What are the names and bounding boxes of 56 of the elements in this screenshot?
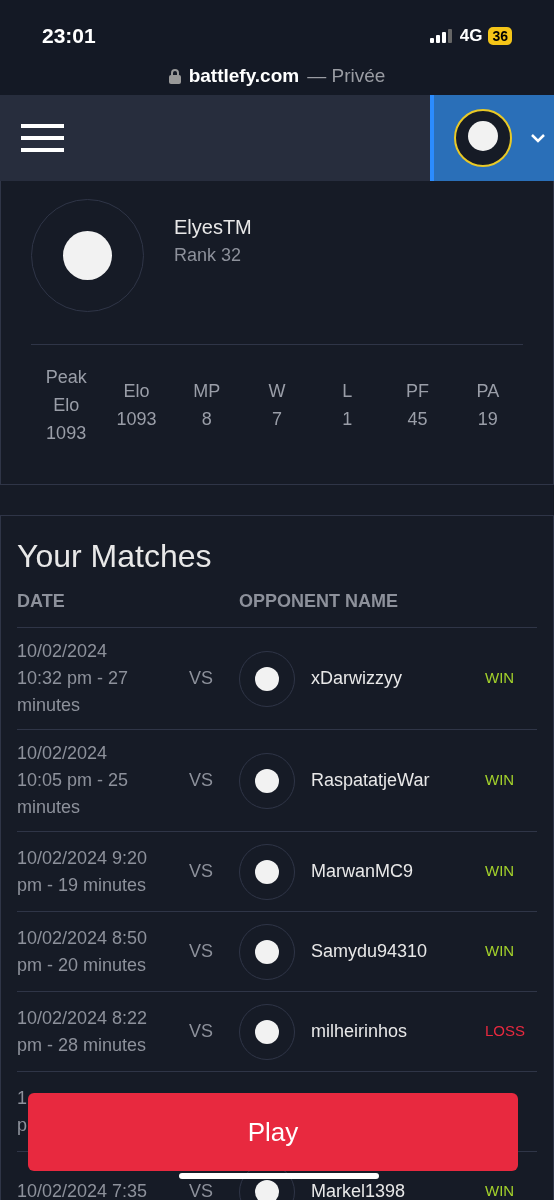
stat-value: 1093 — [116, 408, 157, 431]
menu-icon[interactable] — [21, 124, 64, 152]
versus-label: VS — [189, 1180, 214, 1200]
stat-value: 1 — [342, 408, 353, 431]
match-result: LOSS — [485, 1021, 527, 1042]
stat-label: PF — [406, 380, 430, 403]
match-result: WIN — [485, 941, 516, 962]
lock-icon — [168, 67, 181, 84]
versus-label: VS — [189, 1020, 214, 1043]
match-result: WIN — [485, 861, 516, 882]
match-date: 10/02/2024 10:32 pm - 27 minutes — [17, 640, 130, 717]
private-label: — Privée — [307, 63, 386, 88]
opponent-name[interactable]: xDarwizzyy — [311, 665, 485, 692]
opponent-name[interactable]: Markel1398 — [311, 1178, 485, 1200]
player-rank: Rank 32 — [174, 244, 243, 267]
match-date: 10/02/2024 10:05 pm - 25 minutes — [17, 742, 130, 819]
match-date: 10/02/2024 8:22 pm - 28 minutes — [17, 1006, 149, 1057]
avatar — [454, 109, 512, 167]
stat-value: 8 — [201, 408, 212, 431]
match-result: WIN — [485, 668, 516, 689]
versus-label: VS — [189, 667, 214, 690]
match-date: 10/02/2024 9:20 pm - 19 minutes — [17, 846, 149, 897]
url-domain[interactable]: battlefy.com — [188, 61, 300, 90]
account-menu-button[interactable] — [430, 95, 554, 181]
stat-label: Peak Elo — [44, 366, 88, 417]
stat-label: L — [342, 380, 353, 403]
clock-time: 23:01 — [42, 23, 96, 49]
section-title: Your Matches — [17, 537, 213, 576]
match-result: WIN — [485, 1181, 516, 1200]
stat-value: 19 — [477, 408, 498, 431]
column-header: OPPONENT NAME — [239, 590, 398, 613]
stat-label: MP — [193, 380, 221, 403]
match-date: 10/02/2024 7:35 — [17, 1180, 149, 1200]
player-name: ElyesTM — [174, 215, 252, 240]
column-header: DATE — [17, 590, 66, 613]
signal-icon — [429, 28, 454, 43]
network-label: 4G — [459, 25, 483, 47]
stat-label: PA — [476, 380, 500, 403]
opponent-name[interactable]: Samydu94310 — [311, 938, 485, 965]
opponent-name[interactable]: MarwanMC9 — [311, 858, 485, 885]
versus-label: VS — [189, 940, 214, 963]
stat-label: Elo — [123, 380, 150, 403]
stat-value: 45 — [407, 408, 428, 431]
stat-value: 7 — [272, 408, 282, 431]
opponent-name[interactable]: milheirinhos — [311, 1018, 485, 1045]
play-button[interactable]: Play — [28, 1093, 518, 1171]
match-result: WIN — [485, 770, 516, 791]
versus-label: VS — [189, 860, 214, 883]
opponent-name[interactable]: RaspatatjeWar — [311, 767, 485, 794]
battery-level: 36 — [488, 26, 512, 45]
match-date: 1 p — [17, 1086, 28, 1137]
stat-value: 1093 — [46, 422, 87, 445]
match-date: 10/02/2024 8:50 pm - 20 minutes — [17, 926, 149, 977]
stat-label: W — [268, 380, 286, 403]
chevron-down-icon — [530, 133, 546, 143]
versus-label: VS — [189, 769, 214, 792]
